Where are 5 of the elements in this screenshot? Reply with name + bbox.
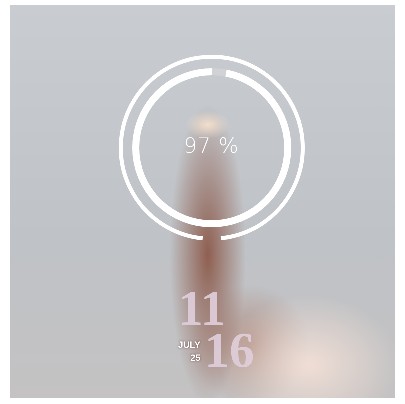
date-month: JULY: [178, 339, 201, 352]
date-day: 25: [190, 352, 201, 365]
clock-hour: 11: [178, 287, 226, 329]
battery-percentage: 97 %: [184, 134, 240, 158]
clock-minute: 16: [204, 329, 255, 371]
